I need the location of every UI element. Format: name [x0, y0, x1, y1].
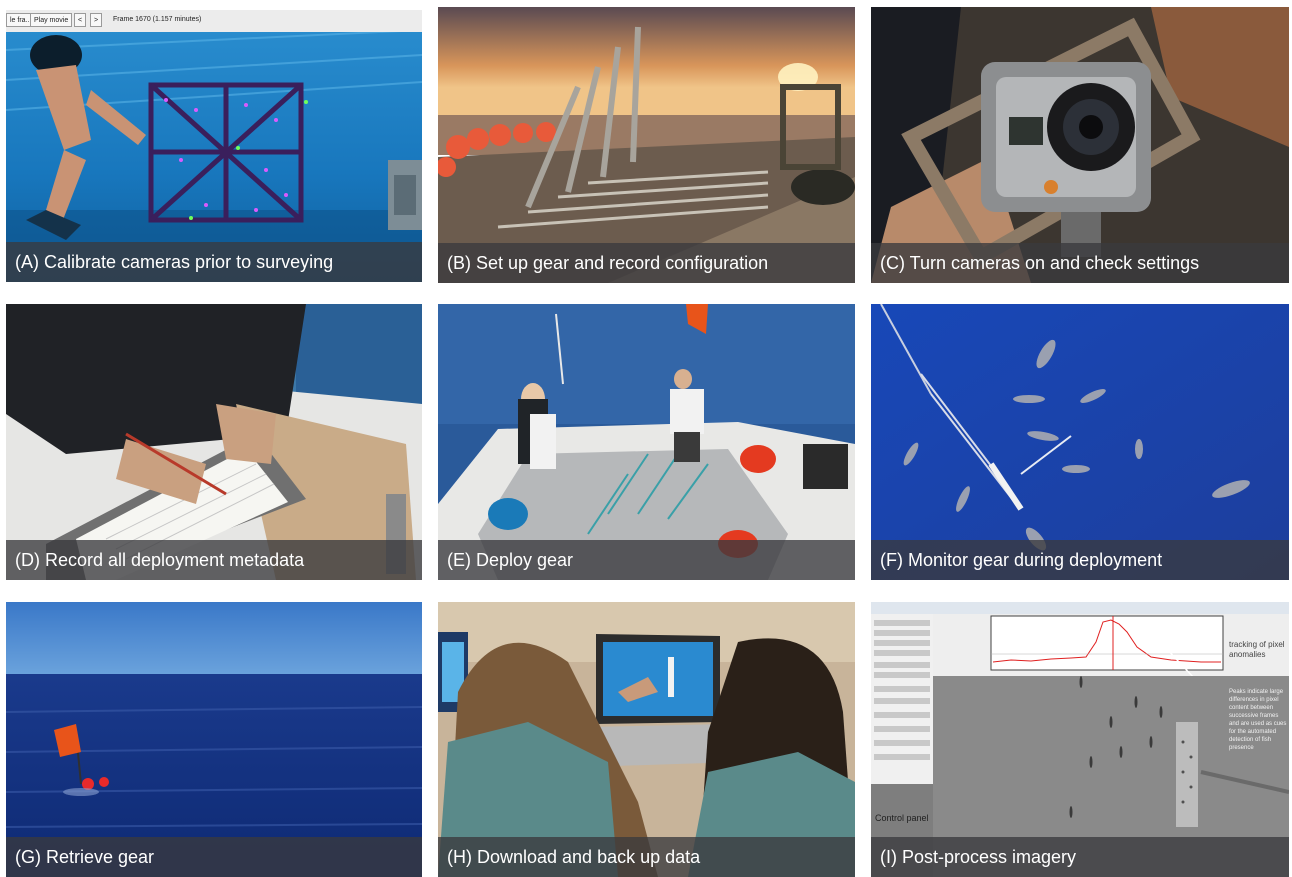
panel-h: (H) Download and back up data [438, 602, 855, 877]
caption-d: (D) Record all deployment metadata [6, 540, 422, 580]
recording-metadata-photo [6, 304, 422, 580]
caption-h: (H) Download and back up data [438, 837, 855, 877]
control-panel-label: Control panel [875, 813, 929, 823]
panel-a: le fra.. Play movie < > Frame 1670 (1.15… [6, 10, 422, 282]
caption-i: (I) Post-process imagery [871, 837, 1289, 877]
deploying-gear-photo [438, 304, 855, 580]
caption-a: (A) Calibrate cameras prior to surveying [6, 242, 422, 282]
caption-g: (G) Retrieve gear [6, 837, 422, 877]
frame-counter: Frame 1670 (1.157 minutes) [113, 16, 202, 23]
panel-f: (F) Monitor gear during deployment [871, 304, 1289, 580]
caption-c: (C) Turn cameras on and check settings [871, 243, 1289, 283]
caption-e: (E) Deploy gear [438, 540, 855, 580]
panel-d: (D) Record all deployment metadata [6, 304, 422, 580]
peaks-note: Peaks indicate large differences in pixe… [1229, 689, 1287, 751]
post-processing-software-screenshot [871, 602, 1289, 877]
panel-e: (E) Deploy gear [438, 304, 855, 580]
panel-b: (B) Set up gear and record configuration [438, 7, 855, 283]
boat-deck-sunset-photo [438, 7, 855, 283]
data-download-photo [438, 602, 855, 877]
panel-c: (C) Turn cameras on and check settings [871, 7, 1289, 283]
underwater-sharks-photo [871, 304, 1289, 580]
caption-f: (F) Monitor gear during deployment [871, 540, 1289, 580]
caption-b: (B) Set up gear and record configuration [438, 243, 855, 283]
step-back-button[interactable]: < [74, 13, 87, 27]
play-movie-button[interactable]: Play movie [30, 13, 73, 27]
panel-i: Control panel tracking of pixel anomalie… [871, 602, 1289, 877]
tracking-label: tracking of pixel anomalies [1229, 640, 1285, 659]
panel-g: (G) Retrieve gear [6, 602, 422, 877]
step-forward-button[interactable]: > [90, 13, 103, 27]
buoy-retrieval-photo [6, 602, 422, 877]
camera-housing-photo [871, 7, 1289, 283]
video-toolbar: le fra.. Play movie < > Frame 1670 (1.15… [6, 10, 422, 32]
